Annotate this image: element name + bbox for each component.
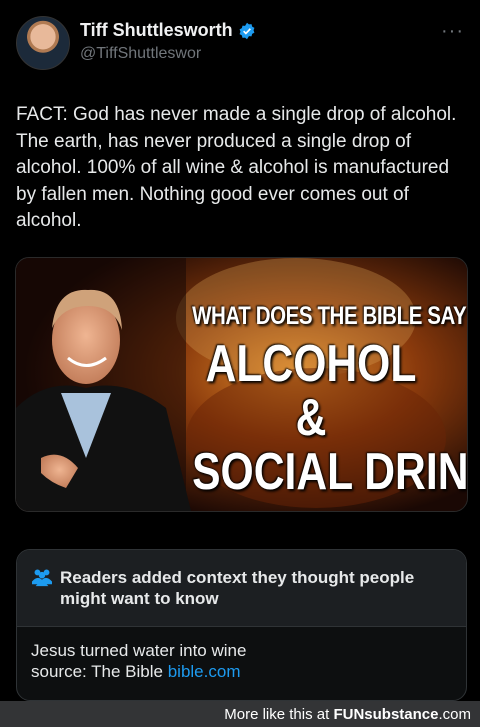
author-handle[interactable]: @TiffShuttleswor (80, 45, 201, 63)
community-note-header[interactable]: Readers added context they thought peopl… (17, 550, 466, 627)
verified-badge-icon (239, 22, 255, 39)
author-name[interactable]: Tiff Shuttlesworth (80, 20, 233, 41)
note-source-prefix: source: The Bible (31, 662, 168, 681)
footer-suffix: .com (438, 706, 471, 723)
community-note-body: Jesus turned water into wine source: The… (31, 640, 451, 682)
community-note-title: Readers added context they thought peopl… (60, 568, 415, 608)
community-note: Readers added context they thought peopl… (16, 549, 467, 701)
watermark-footer: More like this at FUNsubstance.com (0, 701, 480, 727)
community-people-icon (32, 569, 52, 587)
author-row: Tiff Shuttlesworth (80, 20, 256, 41)
tweet-text: FACT: God has never made a single drop o… (16, 104, 457, 231)
headline-line-2: ALCOHOL & (205, 335, 417, 447)
footer-prefix: More like this at (224, 706, 334, 723)
more-options-icon[interactable]: ··· (441, 20, 464, 43)
headline-line-3: SOCIAL DRINKING (192, 443, 468, 501)
note-text-line-1: Jesus turned water into wine (31, 641, 247, 660)
avatar[interactable] (16, 16, 70, 70)
footer-brand: FUNsubstance (333, 706, 439, 723)
headline-line-1: WHAT DOES THE BIBLE SAY ABOUT (192, 302, 467, 330)
tweet-media-image[interactable]: WHAT DOES THE BIBLE SAY ABOUT ALCOHOL & … (15, 257, 468, 512)
note-text-line-2: source: The Bible bible.com (31, 661, 451, 682)
tweet-header: Tiff Shuttlesworth @TiffShuttleswor ··· (16, 16, 464, 72)
footer-text[interactable]: More like this at FUNsubstance.com (224, 706, 471, 723)
note-source-link[interactable]: bible.com (168, 662, 241, 681)
media-headline: WHAT DOES THE BIBLE SAY ABOUT ALCOHOL & … (192, 302, 468, 501)
